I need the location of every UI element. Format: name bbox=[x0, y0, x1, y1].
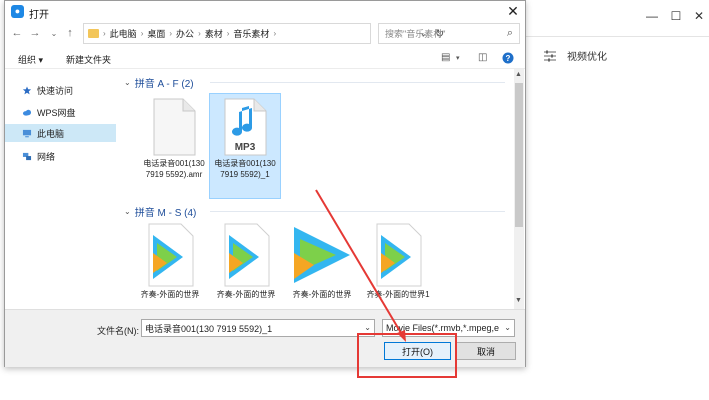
search-icon: ⌕ bbox=[506, 27, 513, 39]
file-item[interactable]: 齐奏-外面的世界 bbox=[286, 223, 358, 300]
sliders-icon bbox=[544, 50, 556, 61]
annotation-highlight-box bbox=[357, 333, 457, 378]
new-folder-button[interactable]: 新建文件夹 bbox=[66, 53, 111, 66]
screen: 客服 菜单 — ☐ ✕ 视频优化 bbox=[0, 0, 709, 400]
close-icon[interactable]: ✕ bbox=[692, 9, 706, 23]
search-input[interactable]: 搜索"音乐素材" ⌕ bbox=[378, 23, 520, 44]
video-player-icon bbox=[376, 223, 422, 287]
scroll-up-icon[interactable]: ▲ bbox=[515, 71, 522, 78]
background-topbar: — ☐ ✕ bbox=[526, 0, 709, 36]
file-item[interactable]: 齐奏-外面的世界1 bbox=[362, 223, 434, 300]
sidebar-item-network[interactable]: 网络 bbox=[5, 147, 116, 165]
sidebar-item-label: WPS网盘 bbox=[37, 107, 76, 118]
navigation-bar: ← → ⌄ ↑ › 此电脑 › 桌面 › 办公 › 素材 › 音乐素材 › ⌄ … bbox=[5, 23, 525, 45]
generic-file-icon bbox=[153, 98, 196, 156]
filename-label: 文件名(N): bbox=[97, 326, 139, 336]
organize-button[interactable]: 组织 ▾ bbox=[18, 53, 43, 66]
file-name: 齐奏-外面的世界 bbox=[216, 290, 276, 299]
file-list: ⌄ 拼音 A - F (2) 电话录音001(130 7919 5592).am… bbox=[118, 69, 513, 309]
chevron-down-icon[interactable]: ⌄ bbox=[364, 323, 371, 332]
address-bar[interactable]: › 此电脑 › 桌面 › 办公 › 素材 › 音乐素材 › ⌄ ↻ bbox=[83, 23, 444, 44]
vertical-scrollbar[interactable]: ▲ ▼ bbox=[514, 69, 524, 309]
group-header[interactable]: ⌄ 拼音 M - S (4) bbox=[124, 204, 196, 219]
folder-icon bbox=[88, 29, 99, 38]
scroll-down-icon[interactable]: ▼ bbox=[515, 297, 522, 304]
recent-dropdown-icon[interactable]: ⌄ bbox=[48, 29, 60, 38]
group-header-label: 拼音 A - F (2) bbox=[134, 79, 194, 90]
filename-input[interactable]: 电话录音001(130 7919 5592)_1 ⌄ bbox=[141, 319, 375, 337]
breadcrumb-item[interactable]: 音乐素材 bbox=[233, 27, 269, 40]
breadcrumb-item[interactable]: 办公 bbox=[176, 27, 194, 40]
video-optimize-label: 视频优化 bbox=[567, 52, 607, 63]
dialog-close-icon[interactable]: ✕ bbox=[505, 3, 521, 20]
divider bbox=[526, 36, 709, 37]
file-type-value: Movie Files(*.rmvb,*.mpeg,e bbox=[386, 323, 500, 333]
mp3-file-icon: MP3 bbox=[224, 98, 267, 156]
sidebar-item-label: 此电脑 bbox=[37, 128, 65, 139]
video-player-icon bbox=[294, 227, 350, 283]
help-icon[interactable]: ? bbox=[502, 52, 514, 64]
group-divider bbox=[210, 211, 505, 212]
dialog-toolbar: 组织 ▾ 新建文件夹 ▤ ▾ ◫ ? bbox=[5, 47, 525, 69]
chevron-down-icon: ⌄ bbox=[124, 207, 131, 216]
file-item[interactable]: 齐奏-外面的世界 bbox=[210, 223, 282, 300]
back-arrow-icon[interactable]: ← bbox=[11, 27, 23, 39]
file-name: 齐奏-外面的世界 bbox=[292, 290, 352, 299]
file-name: 电话录音001(130 7919 5592).amr bbox=[143, 159, 205, 179]
breadcrumb-separator: › bbox=[226, 29, 230, 38]
navigation-pane: 快速访问 WPS网盘 此电脑 网络 bbox=[5, 69, 118, 309]
forward-arrow-icon[interactable]: → bbox=[29, 27, 41, 39]
file-name: 齐奏-外面的世界 bbox=[140, 290, 200, 299]
breadcrumb-item[interactable]: 素材 bbox=[205, 27, 223, 40]
breadcrumb-separator: › bbox=[103, 29, 106, 38]
video-optimize-option[interactable]: 视频优化 bbox=[543, 48, 607, 63]
cloud-icon bbox=[22, 109, 32, 116]
scroll-thumb[interactable] bbox=[515, 83, 523, 227]
file-name: 齐奏-外面的世界1 bbox=[366, 290, 430, 299]
sidebar-item-wps-drive[interactable]: WPS网盘 bbox=[5, 103, 116, 121]
filename-value: 电话录音001(130 7919 5592)_1 bbox=[145, 323, 273, 334]
dialog-title: 打开 bbox=[29, 10, 49, 21]
app-logo-icon: ● bbox=[11, 5, 24, 18]
chevron-down-icon[interactable]: ⌄ bbox=[504, 323, 511, 332]
breadcrumb-separator: › bbox=[273, 29, 277, 38]
sidebar-item-label: 快速访问 bbox=[37, 85, 74, 96]
view-options-icon[interactable]: ▤ bbox=[441, 52, 450, 63]
minimize-icon[interactable]: — bbox=[645, 9, 659, 23]
sidebar-item-this-pc[interactable]: 此电脑 bbox=[5, 124, 116, 142]
group-divider bbox=[210, 82, 505, 83]
breadcrumb-item[interactable]: 桌面 bbox=[147, 27, 165, 40]
group-header[interactable]: ⌄ 拼音 A - F (2) bbox=[124, 75, 194, 90]
search-placeholder: 搜索"音乐素材" bbox=[385, 29, 446, 39]
chevron-down-icon: ⌄ bbox=[124, 78, 131, 87]
file-item[interactable]: 齐奏-外面的世界 bbox=[134, 223, 206, 300]
network-icon bbox=[22, 152, 32, 160]
maximize-icon[interactable]: ☐ bbox=[669, 9, 683, 23]
open-file-dialog: ● 打开 ✕ ← → ⌄ ↑ › 此电脑 › 桌面 › 办公 › 素材 › 音乐… bbox=[4, 0, 526, 367]
breadcrumb-separator: › bbox=[140, 29, 144, 38]
file-item-selected[interactable]: MP3 电话录音001(130 7919 5592)_1 bbox=[209, 93, 281, 199]
breadcrumb-separator: › bbox=[169, 29, 173, 38]
up-arrow-icon[interactable]: ↑ bbox=[64, 27, 76, 39]
file-name: 电话录音001(130 7919 5592)_1 bbox=[214, 159, 276, 179]
preview-pane-icon[interactable]: ◫ bbox=[478, 52, 487, 63]
mp3-icon-text: MP3 bbox=[235, 142, 256, 153]
star-icon bbox=[22, 85, 32, 94]
breadcrumb-item[interactable]: 此电脑 bbox=[110, 27, 137, 40]
computer-icon bbox=[22, 129, 32, 137]
video-player-icon bbox=[224, 223, 270, 287]
breadcrumb-separator: › bbox=[198, 29, 201, 38]
file-item[interactable]: 电话录音001(130 7919 5592).amr bbox=[138, 94, 210, 198]
sidebar-item-quick-access[interactable]: 快速访问 bbox=[5, 81, 116, 99]
video-player-icon bbox=[148, 223, 194, 287]
dialog-titlebar: ● 打开 ✕ bbox=[5, 1, 525, 23]
sidebar-item-label: 网络 bbox=[37, 151, 56, 162]
svg-text:?: ? bbox=[506, 54, 511, 63]
cancel-button[interactable]: 取消 bbox=[456, 342, 516, 360]
group-header-label: 拼音 M - S (4) bbox=[134, 208, 197, 219]
view-dropdown-icon[interactable]: ▾ bbox=[456, 54, 460, 62]
